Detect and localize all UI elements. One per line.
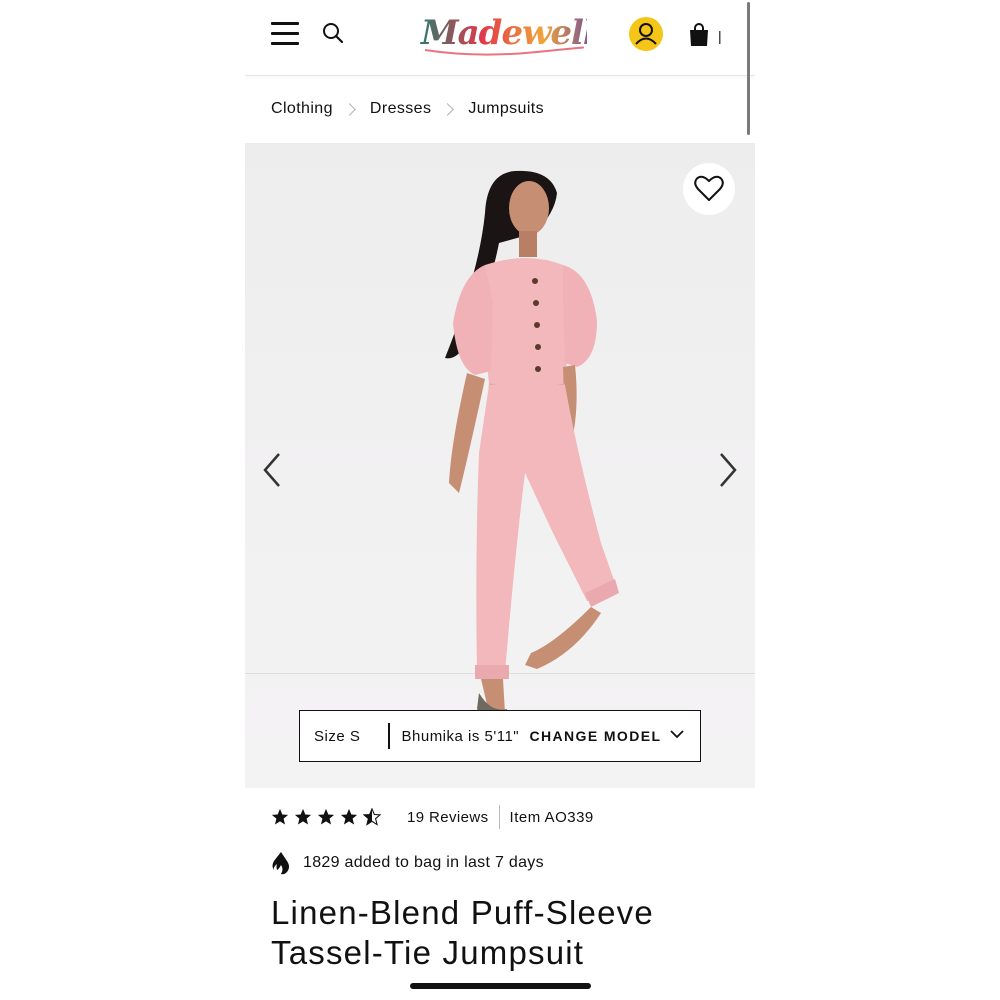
product-page: Madewell | Clothing Dresses Jumpsuits Si…	[245, 0, 755, 1000]
rating-row: 19 Reviews Item AO339	[271, 805, 594, 829]
home-indicator[interactable]	[410, 983, 591, 989]
chevron-right-icon	[343, 102, 356, 116]
star-rating[interactable]	[271, 808, 381, 826]
previous-image-arrow[interactable]	[257, 450, 287, 490]
change-model-button[interactable]: CHANGE MODEL	[530, 728, 662, 744]
star-full-icon	[271, 808, 289, 825]
hamburger-menu-icon[interactable]	[271, 22, 299, 46]
page-scrollbar[interactable]	[747, 2, 750, 135]
model-size-selector[interactable]: Size S Bhumika is 5'11" CHANGE MODEL	[299, 710, 701, 762]
chevron-down-icon	[670, 730, 684, 739]
logo-text: Madewell	[420, 13, 587, 53]
bag-count: |	[718, 28, 722, 44]
breadcrumb-clothing[interactable]: Clothing	[271, 100, 333, 118]
popularity-notice: 1829 added to bag in last 7 days	[271, 850, 544, 876]
site-header: Madewell |	[245, 0, 755, 76]
madewell-logo[interactable]: Madewell	[417, 8, 587, 60]
item-number: Item AO339	[509, 808, 594, 826]
product-photo-model	[445, 170, 619, 721]
product-image-carousel[interactable]: Size S Bhumika is 5'11" CHANGE MODEL	[245, 143, 755, 788]
breadcrumb-jumpsuits[interactable]: Jumpsuits	[468, 100, 544, 118]
star-full-icon	[317, 808, 335, 825]
favorite-button[interactable]	[683, 163, 735, 215]
star-full-icon	[340, 808, 358, 825]
account-icon[interactable]	[629, 17, 663, 51]
popularity-text: 1829 added to bag in last 7 days	[303, 854, 544, 871]
breadcrumb-dresses[interactable]: Dresses	[370, 100, 431, 118]
product-title: Linen-Blend Puff-Sleeve Tassel-Tie Jumps…	[271, 893, 741, 973]
star-full-icon	[294, 808, 312, 825]
model-size-label: Size S	[314, 727, 361, 745]
chevron-right-icon	[441, 102, 455, 116]
star-half-icon	[363, 808, 381, 826]
next-image-arrow[interactable]	[713, 450, 743, 490]
search-icon[interactable]	[321, 21, 345, 45]
breadcrumb: Clothing Dresses Jumpsuits	[271, 98, 544, 120]
shopping-bag-icon[interactable]	[688, 23, 710, 47]
rating-divider	[498, 805, 500, 829]
model-height-text: Bhumika is 5'11"	[401, 727, 520, 745]
product-title-line-2: Tassel-Tie Jumpsuit	[271, 934, 585, 971]
reviews-link[interactable]: 19 Reviews	[407, 809, 489, 826]
product-title-line-1: Linen-Blend Puff-Sleeve	[271, 894, 654, 931]
flame-icon	[272, 852, 289, 875]
heart-outline-icon	[694, 175, 724, 201]
